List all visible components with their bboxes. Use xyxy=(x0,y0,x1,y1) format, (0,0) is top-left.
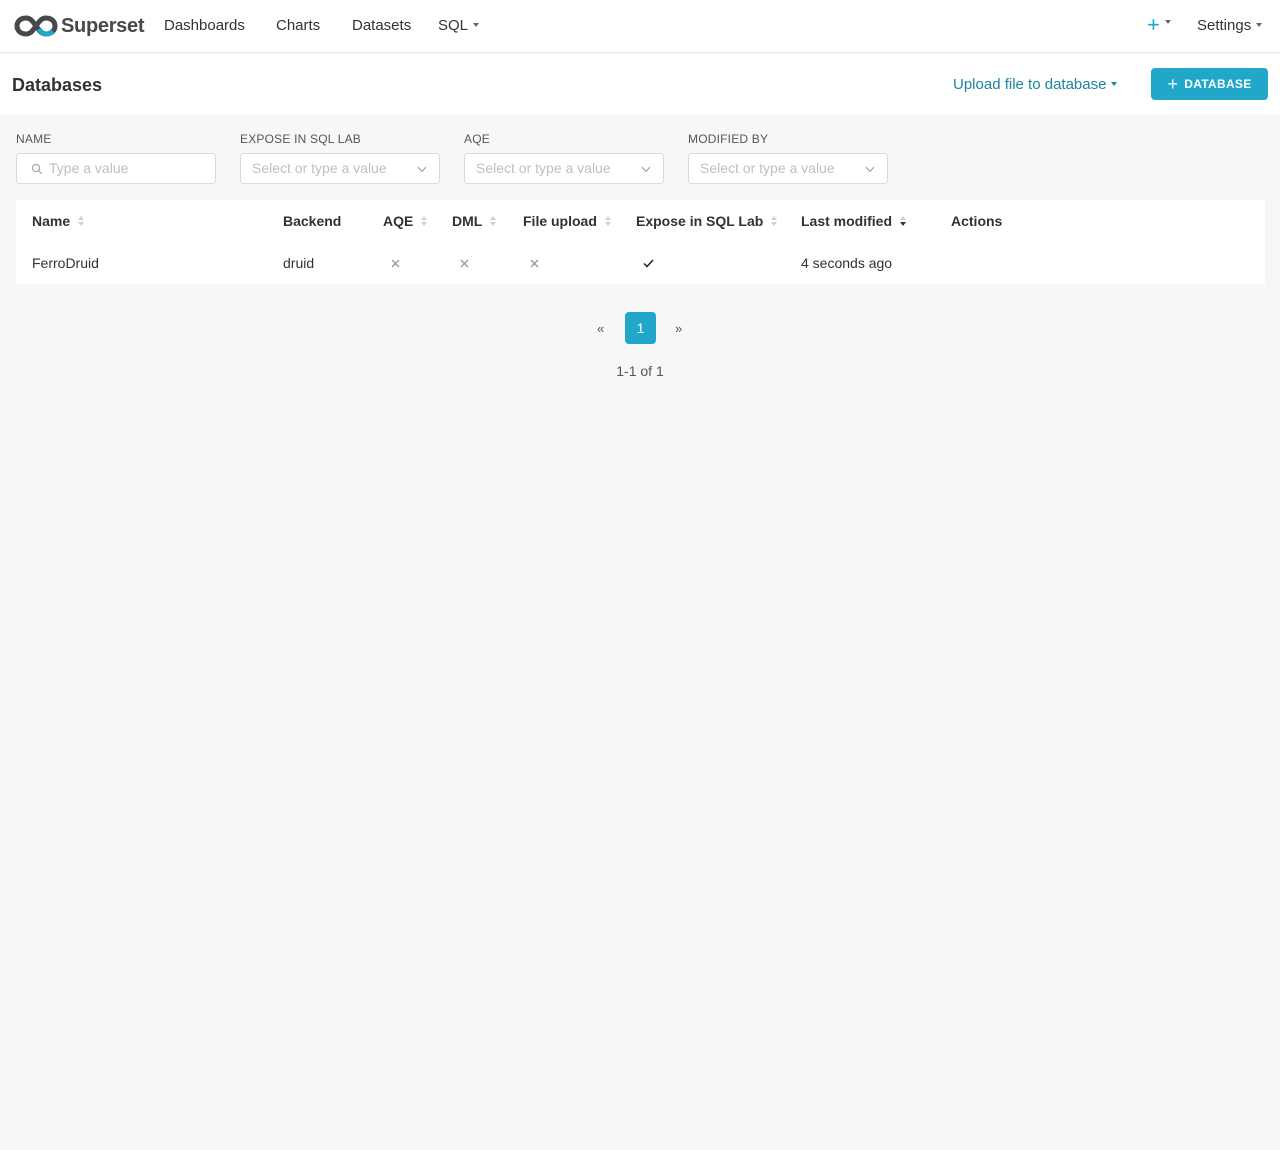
expose-select-placeholder: Select or type a value xyxy=(252,160,387,176)
cell-name: FerroDruid xyxy=(32,255,99,271)
aqe-select[interactable]: Select or type a value xyxy=(464,153,664,184)
column-header-name[interactable]: Name xyxy=(32,213,85,229)
column-header-file-upload[interactable]: File upload xyxy=(523,213,611,229)
cell-backend: druid xyxy=(283,255,315,271)
filter-modified-by: MODIFIED BY Select or type a value xyxy=(688,132,888,184)
column-header-label: AQE xyxy=(383,213,414,229)
close-icon xyxy=(391,259,400,268)
sort-desc-icon xyxy=(900,216,907,226)
column-header-dml[interactable]: DML xyxy=(452,213,497,229)
filter-expose-in-sql-lab: EXPOSE IN SQL LAB Select or type a value xyxy=(240,132,440,184)
sort-icon xyxy=(490,216,497,226)
chevron-down-icon xyxy=(1111,82,1118,87)
plus-icon: + xyxy=(1167,74,1179,94)
column-header-label: Actions xyxy=(951,213,1003,229)
settings-label: Settings xyxy=(1197,17,1252,34)
modified-by-select-placeholder: Select or type a value xyxy=(700,160,835,176)
top-navbar: Superset Dashboards Charts Datasets SQL … xyxy=(0,0,1280,53)
plus-icon: + xyxy=(1147,12,1160,37)
chevron-down-icon xyxy=(417,166,427,173)
close-icon xyxy=(460,259,469,268)
column-header-expose-in-sql-lab[interactable]: Expose in SQL Lab xyxy=(636,213,778,229)
column-header-last-modified[interactable]: Last modified xyxy=(801,213,907,229)
column-header-label: Expose in SQL Lab xyxy=(636,213,764,229)
page-title: Databases xyxy=(12,75,103,95)
column-header-label: Last modified xyxy=(801,213,893,229)
new-item-menu[interactable]: + xyxy=(1147,12,1171,38)
column-header-actions: Actions xyxy=(951,213,1002,229)
nav-charts[interactable]: Charts xyxy=(276,17,320,34)
filter-name: NAME Type a value xyxy=(16,132,216,184)
modified-by-select[interactable]: Select or type a value xyxy=(688,153,888,184)
chevron-down-icon xyxy=(865,166,875,173)
nav-dashboards[interactable]: Dashboards xyxy=(164,17,245,34)
column-header-label: Name xyxy=(32,213,71,229)
pagination-summary: 1-1 of 1 xyxy=(616,363,664,379)
sort-icon xyxy=(78,216,85,226)
search-icon xyxy=(31,163,43,175)
app-name: Superset xyxy=(61,14,145,37)
name-search-input[interactable]: Type a value xyxy=(16,153,216,184)
nav-sql-menu[interactable]: SQL xyxy=(438,17,480,34)
chevron-down-icon xyxy=(1256,23,1263,28)
aqe-select-placeholder: Select or type a value xyxy=(476,160,611,176)
chevron-down-icon xyxy=(1164,20,1171,25)
expose-in-sql-lab-select[interactable]: Select or type a value xyxy=(240,153,440,184)
chevron-down-icon xyxy=(473,23,480,28)
filter-aqe: AQE Select or type a value xyxy=(464,132,664,184)
column-header-backend: Backend xyxy=(283,213,341,229)
page-header: Databases Upload file to database + DATA… xyxy=(0,54,1280,115)
column-header-label: Backend xyxy=(283,213,342,229)
close-icon xyxy=(530,259,539,268)
nav-sql-label: SQL xyxy=(438,17,469,34)
infinity-logo-icon xyxy=(14,13,58,39)
upload-file-label: Upload file to database xyxy=(953,76,1107,93)
filter-aqe-label: AQE xyxy=(464,132,490,146)
upload-file-menu[interactable]: Upload file to database xyxy=(953,76,1118,93)
column-header-label: DML xyxy=(452,213,483,229)
sort-icon xyxy=(604,216,611,226)
databases-table: Name Backend AQE DML File upload Expose … xyxy=(16,200,1265,284)
filter-modified-by-label: MODIFIED BY xyxy=(688,132,769,146)
add-database-label: DATABASE xyxy=(1184,77,1252,91)
superset-logo[interactable]: Superset xyxy=(14,13,144,39)
pagination-prev-button[interactable]: « xyxy=(597,321,604,336)
column-header-label: File upload xyxy=(523,213,597,229)
filter-expose-label: EXPOSE IN SQL LAB xyxy=(240,132,362,146)
pagination-page-1[interactable]: 1 xyxy=(625,312,656,344)
pagination-next-button[interactable]: » xyxy=(675,321,682,336)
name-search-placeholder: Type a value xyxy=(49,160,129,176)
settings-menu[interactable]: Settings xyxy=(1197,17,1263,34)
column-header-aqe[interactable]: AQE xyxy=(383,213,428,229)
add-database-button[interactable]: + DATABASE xyxy=(1151,68,1268,100)
filter-name-label: NAME xyxy=(16,132,52,146)
chevron-down-icon xyxy=(641,166,651,173)
check-icon xyxy=(643,259,654,268)
cell-last-modified: 4 seconds ago xyxy=(801,255,893,271)
sort-icon xyxy=(421,216,428,226)
sort-icon xyxy=(771,216,778,226)
nav-datasets[interactable]: Datasets xyxy=(352,17,411,34)
